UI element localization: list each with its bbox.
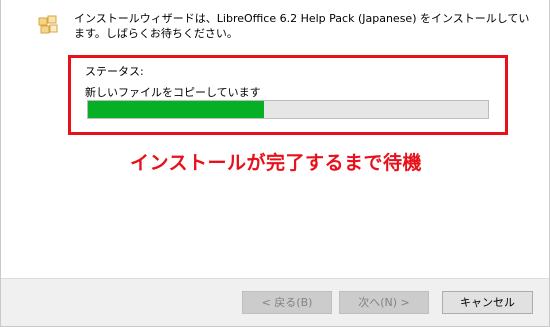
next-button[interactable]: 次へ(N) > xyxy=(339,291,429,314)
installer-header: インストールウィザードは、LibreOffice 6.2 Help Pack (… xyxy=(1,0,549,48)
installer-window: インストールウィザードは、LibreOffice 6.2 Help Pack (… xyxy=(0,0,550,327)
installer-box-icon xyxy=(37,14,59,36)
status-label: ステータス: xyxy=(85,65,144,78)
back-button[interactable]: < 戻る(B) xyxy=(242,291,332,314)
annotation-text: インストールが完了するまで待機 xyxy=(129,152,423,174)
button-bar: < 戻る(B) 次へ(N) > キャンセル xyxy=(1,279,549,326)
cancel-button[interactable]: キャンセル xyxy=(442,291,533,314)
progress-fill xyxy=(88,101,264,118)
progress-bar xyxy=(87,100,489,119)
header-message: インストールウィザードは、LibreOffice 6.2 Help Pack (… xyxy=(74,12,530,40)
status-detail: 新しいファイルをコピーしています xyxy=(85,86,261,99)
